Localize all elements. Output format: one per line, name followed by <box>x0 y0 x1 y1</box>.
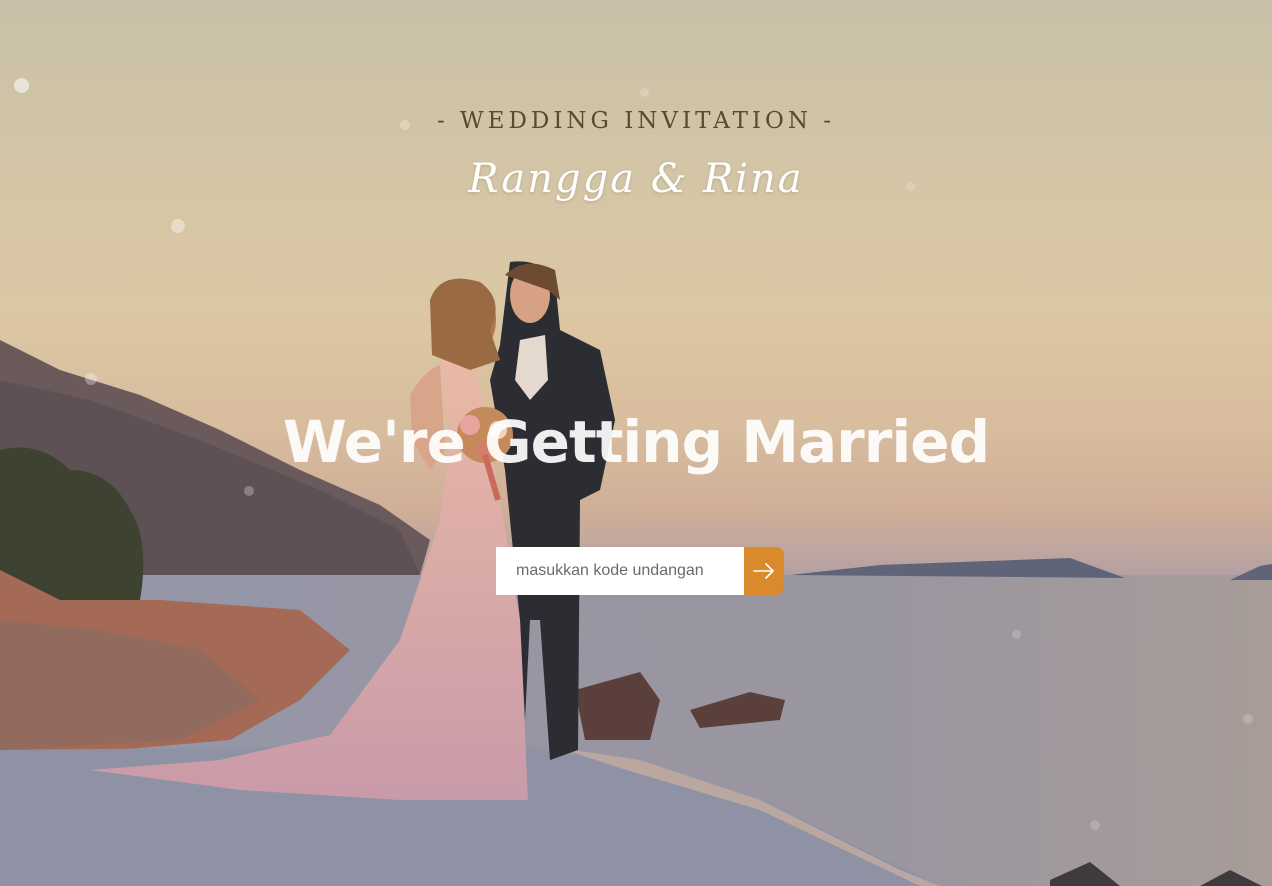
invitation-code-input[interactable] <box>496 547 744 595</box>
bokeh-light <box>1090 820 1100 830</box>
bokeh-light <box>171 219 185 233</box>
couple-names: Rangga & Rina <box>468 156 804 202</box>
submit-code-button[interactable] <box>744 547 784 595</box>
bokeh-light <box>640 88 649 97</box>
arrow-right-icon <box>753 563 774 579</box>
bokeh-light <box>1012 630 1021 639</box>
bokeh-light <box>1243 714 1253 724</box>
bokeh-light <box>244 486 254 496</box>
headline: We're Getting Married <box>282 408 990 476</box>
bokeh-light <box>85 373 97 385</box>
invitation-kicker: - WEDDING INVITATION - <box>436 108 836 134</box>
invitation-code-form <box>496 547 784 595</box>
bokeh-light <box>14 78 29 93</box>
invitation-header: - WEDDING INVITATION - Rangga & Rina <box>0 108 1272 202</box>
